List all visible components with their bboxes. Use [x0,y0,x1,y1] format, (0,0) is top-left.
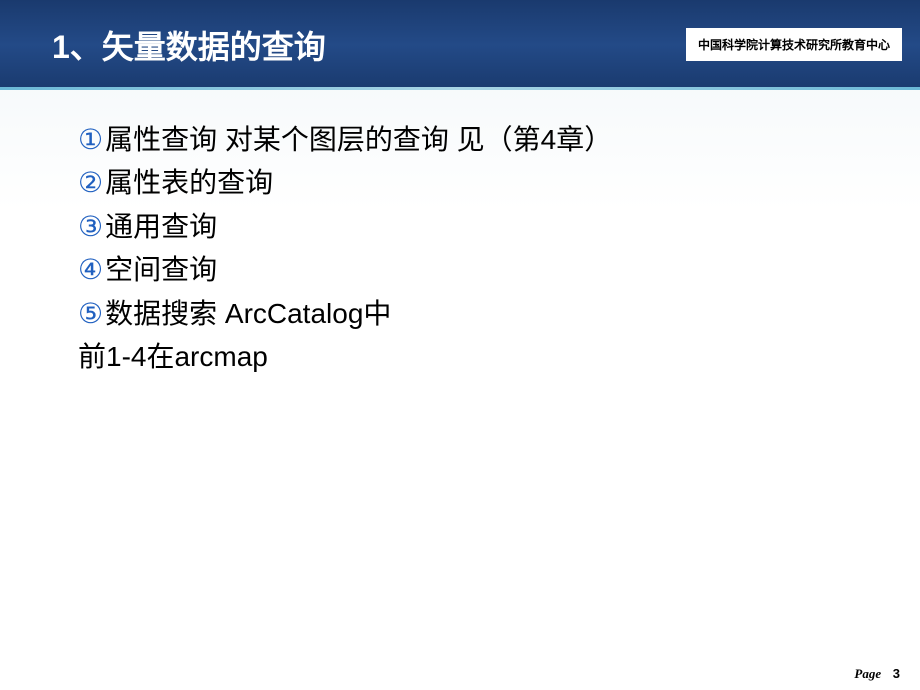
slide-title: 1、矢量数据的查询 [52,22,326,68]
list-item-text: 属性查询 对某个图层的查询 见（第4章） [105,118,612,161]
list-item-text: 数据搜索 ArcCatalog中 [105,292,391,335]
organization-label: 中国科学院计算技术研究所教育中心 [686,28,902,61]
page-number: 3 [893,666,900,681]
enum-number: ⑤ [78,292,103,335]
content-note: 前1-4在arcmap [78,335,860,378]
slide-header: 1、矢量数据的查询 中国科学院计算技术研究所教育中心 [0,0,920,90]
slide-footer: Page 3 [854,666,900,682]
enum-number: ① [78,118,103,161]
list-item-text: 空间查询 [105,248,217,291]
enum-number: ④ [78,248,103,291]
list-item-text: 通用查询 [105,205,217,248]
list-item-text: 属性表的查询 [105,161,273,204]
list-item: ③ 通用查询 [78,205,860,248]
page-label: Page [854,666,881,681]
enum-number: ② [78,161,103,204]
list-item: ① 属性查询 对某个图层的查询 见（第4章） [78,118,860,161]
list-item: ⑤ 数据搜索 ArcCatalog中 [78,292,860,335]
slide-content: ① 属性查询 对某个图层的查询 见（第4章） ② 属性表的查询 ③ 通用查询 ④… [0,90,920,378]
enum-number: ③ [78,205,103,248]
list-item: ② 属性表的查询 [78,161,860,204]
note-text: 前1-4在arcmap [78,335,268,378]
list-item: ④ 空间查询 [78,248,860,291]
